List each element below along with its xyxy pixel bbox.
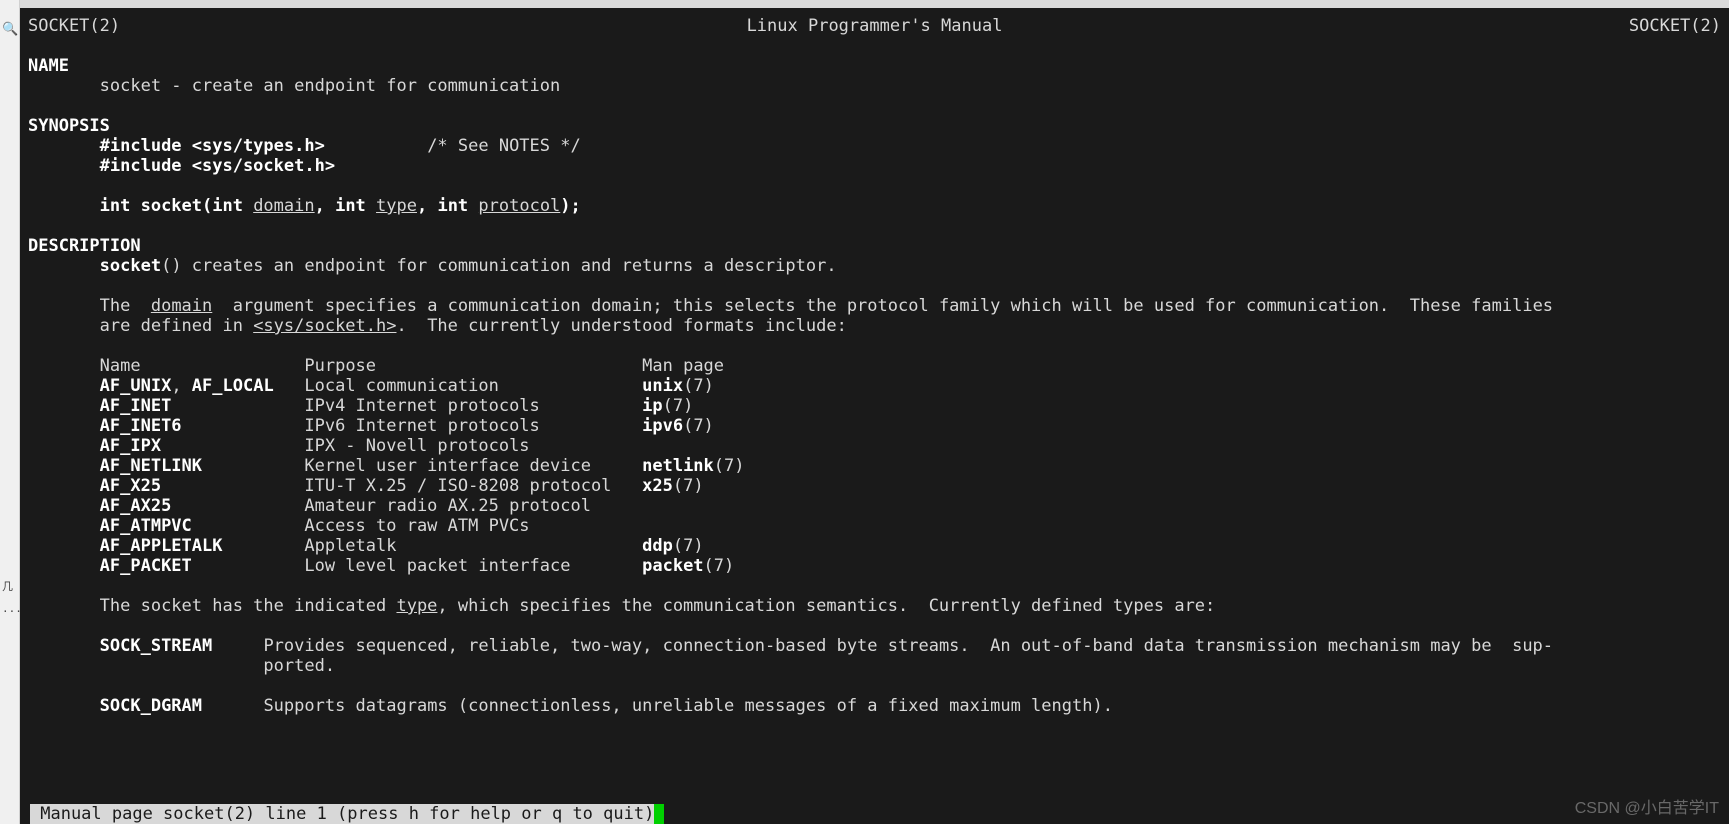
desc-line1: () creates an endpoint for communication… [161,256,837,276]
synopsis-include2: #include <sys/socket.h> [100,156,335,176]
desc-p3-a: The socket has the indicated [100,596,397,616]
pager-status-line: Manual page socket(2) line 1 (press h fo… [30,804,664,824]
table-header-purpose: Purpose [304,356,376,376]
func-sep2: , int [417,196,478,216]
tab-bar: 1 Linux学习机 [20,0,1729,8]
header-right: SOCKET(2) [1629,16,1721,36]
section-name-heading: NAME [28,56,69,76]
left-gutter: 🔍 几 .... [0,0,20,824]
search-icon[interactable]: 🔍 [2,22,16,36]
func-arg-domain: domain [253,196,314,216]
type-sock-stream-desc-b: ported. [263,656,335,676]
func-end: ); [560,196,580,216]
type-sock-stream-desc-a: Provides sequenced, reliable, two-way, c… [263,636,1553,656]
sidebar-char: 几 [2,578,13,594]
section-description-heading: DESCRIPTION [28,236,141,256]
type-sock-dgram-desc: Supports datagrams (connectionless, unre… [263,696,1113,716]
desc-p3-b: , which specifies the communication sema… [437,596,1215,616]
desc-socket: socket [100,256,161,276]
desc-p2-domain: domain [151,296,212,316]
desc-p2-hdr: <sys/socket.h> [253,316,396,336]
section-synopsis-heading: SYNOPSIS [28,116,110,136]
func-arg-protocol: protocol [478,196,560,216]
section-name-body: socket - create an endpoint for communic… [100,76,561,96]
cursor-icon [654,804,664,824]
func-arg-type: type [376,196,417,216]
desc-p2-d: . The currently understood formats inclu… [396,316,846,336]
table-header-name: Name [100,356,141,376]
pager-status-text: Manual page socket(2) line 1 (press h fo… [30,804,654,824]
desc-p2-c: are defined in [100,316,254,336]
type-sock-stream: SOCK_STREAM [100,636,213,656]
synopsis-include1-comment: /* See NOTES */ [427,136,581,156]
terminal-viewport[interactable]: SOCKET(2) Linux Programmer's Manual SOCKET… [20,8,1729,824]
func-sep1: , int [315,196,376,216]
header-left: SOCKET(2) [28,16,120,36]
desc-p3-type: type [396,596,437,616]
header-center: Linux Programmer's Manual [747,16,1003,36]
desc-p2-a: The [100,296,151,316]
func-signature-start: int socket(int [100,196,254,216]
desc-p2-b: argument specifies a communication domai… [212,296,1553,316]
type-sock-dgram: SOCK_DGRAM [100,696,202,716]
synopsis-include1: #include <sys/types.h> [100,136,325,156]
watermark: CSDN @小白苦学IT [1575,794,1719,818]
protocol-family-table: AF_UNIX, AF_LOCAL Local communication un… [28,376,1721,576]
table-header-manpage: Man page [642,356,724,376]
